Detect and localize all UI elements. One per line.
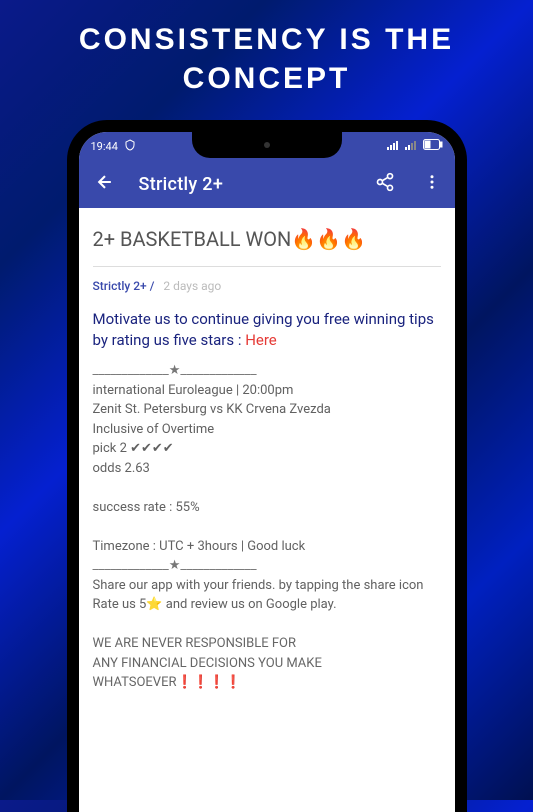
divider	[93, 266, 441, 267]
shield-icon	[124, 139, 136, 154]
post-odds: odds 2.63	[93, 459, 441, 479]
promo-banner: CONSISTENCY IS THE CONCEPT	[0, 0, 533, 108]
phone-screen: 19:44 Strictly 2+	[79, 132, 455, 812]
share-prompt-2: Rate us 5⭐ and review us on Google play.	[93, 595, 441, 615]
signal-icon-2	[405, 139, 419, 153]
post-success-rate: success rate : 55%	[93, 498, 441, 518]
app-bar-title: Strictly 2+	[139, 174, 353, 195]
post-category[interactable]: Strictly 2+ /	[93, 279, 155, 293]
post-headline: 2+ BASKETBALL WON🔥🔥🔥	[93, 224, 441, 254]
post-overtime: Inclusive of Overtime	[93, 420, 441, 440]
app-bar: Strictly 2+	[79, 160, 455, 208]
separator-bottom: _____________★_____________	[93, 556, 441, 576]
phone-frame: 19:44 Strictly 2+	[67, 120, 467, 812]
signal-icon	[387, 139, 401, 153]
motivate-text: Motivate us to continue giving you free …	[93, 309, 441, 351]
more-options-button[interactable]	[417, 164, 447, 204]
post-match: Zenit St. Petersburg vs KK Crvena Zvezda	[93, 400, 441, 420]
post-time-ago: 2 days ago	[163, 279, 221, 293]
rate-here-link[interactable]: Here	[245, 331, 277, 349]
share-prompt-1: Share our app with your friends. by tapp…	[93, 576, 441, 596]
post-league: international Euroleague | 20:00pm	[93, 381, 441, 401]
promo-line2: CONCEPT	[183, 62, 351, 95]
post-pick: pick 2 ✔✔✔✔	[93, 439, 441, 459]
disclaimer-line1: WE ARE NEVER RESPONSIBLE FOR	[93, 634, 441, 654]
disclaimer-line2: ANY FINANCIAL DECISIONS YOU MAKE WHATSOE…	[93, 654, 441, 693]
separator-top: _____________★_____________	[93, 361, 441, 381]
back-button[interactable]	[87, 164, 123, 204]
post-breadcrumb: Strictly 2+ / 2 days ago	[93, 277, 441, 295]
post-content: 2+ BASKETBALL WON🔥🔥🔥 Strictly 2+ / 2 day…	[79, 208, 455, 709]
post-timezone: Timezone : UTC + 3hours | Good luck	[93, 537, 441, 557]
status-time: 19:44	[91, 140, 118, 153]
promo-line1: CONSISTENCY IS THE	[79, 23, 454, 56]
phone-notch	[192, 132, 342, 158]
share-button[interactable]	[369, 164, 401, 204]
battery-icon	[423, 139, 443, 153]
